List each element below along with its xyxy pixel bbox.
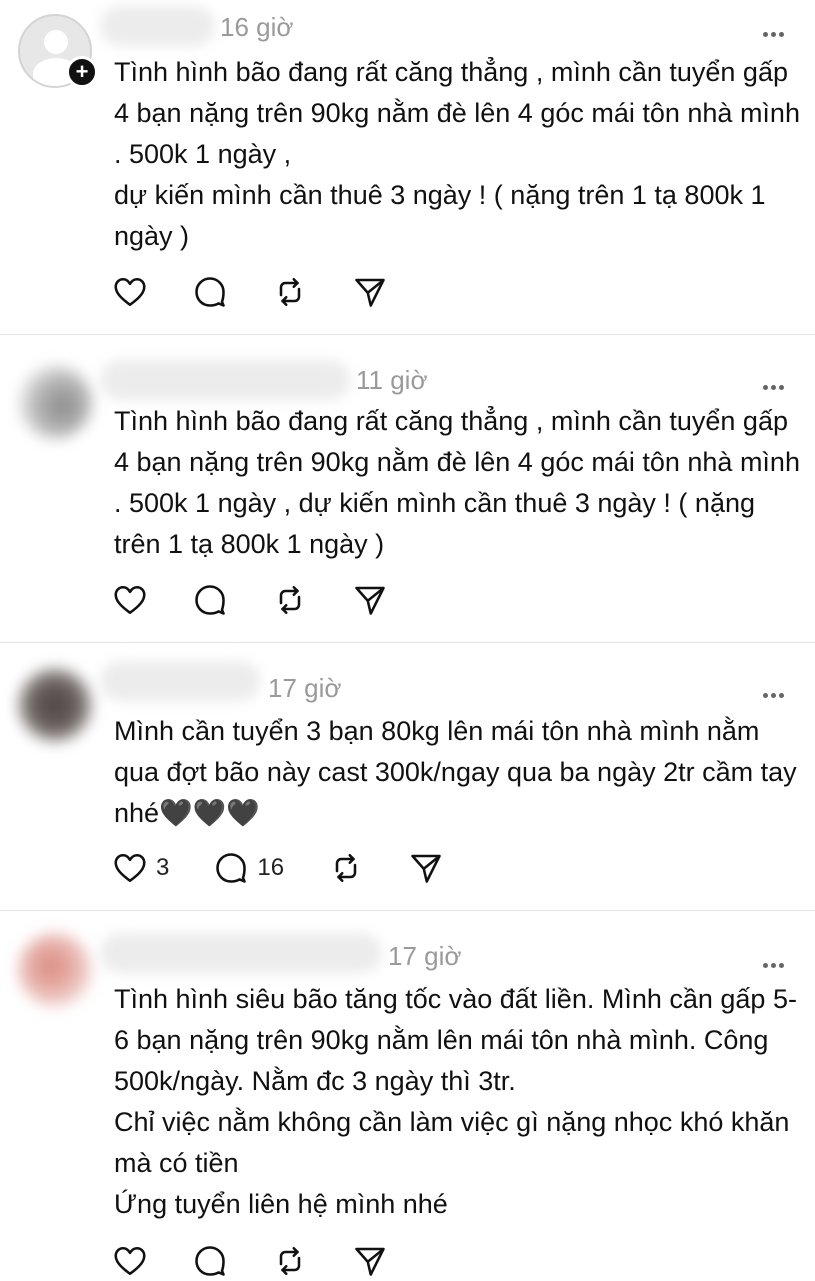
follow-plus-icon[interactable]: + xyxy=(66,56,98,88)
post-text: Tình hình bão đang rất căng thẳng , mình… xyxy=(114,57,800,251)
send-icon xyxy=(355,1247,385,1276)
share-button[interactable] xyxy=(408,848,444,888)
like-button[interactable] xyxy=(112,1241,148,1281)
comment-icon xyxy=(216,853,247,883)
post-text: Mình cần tuyển 3 bạn 80kg lên mái tôn nh… xyxy=(114,716,797,828)
post-4: 17 giờ Tình hình siêu bão tăng tốc vào đ… xyxy=(0,911,815,1280)
action-bar xyxy=(112,1241,388,1281)
username[interactable] xyxy=(100,360,350,400)
send-icon xyxy=(355,586,385,615)
repost-button[interactable] xyxy=(272,1241,308,1281)
repost-icon xyxy=(335,853,357,883)
heart-icon xyxy=(114,277,146,307)
like-button[interactable] xyxy=(112,580,148,620)
avatar-head-shape xyxy=(44,30,68,54)
comment-button[interactable] xyxy=(192,580,228,620)
comment-icon xyxy=(195,585,225,615)
more-icon[interactable] xyxy=(761,18,785,38)
repost-icon xyxy=(279,585,301,615)
repost-button[interactable] xyxy=(328,848,364,888)
heart-icon xyxy=(114,585,146,615)
send-icon xyxy=(355,278,385,307)
post-time: 17 giờ xyxy=(268,673,342,703)
comment-button[interactable]: 16 xyxy=(213,848,284,888)
post-time: 17 giờ xyxy=(388,941,462,971)
comment-button[interactable] xyxy=(192,272,228,312)
more-icon[interactable] xyxy=(761,679,785,699)
avatar[interactable] xyxy=(18,933,92,1007)
post-2: 11 giờ Tình hình bão đang rất căng thẳng… xyxy=(0,335,815,642)
heart-icon xyxy=(114,1246,146,1276)
username[interactable] xyxy=(100,933,382,973)
comment-button[interactable] xyxy=(192,1241,228,1281)
like-button[interactable] xyxy=(112,272,148,312)
post-time: 16 giờ xyxy=(220,12,294,42)
repost-button[interactable] xyxy=(272,272,308,312)
like-count: 3 xyxy=(156,854,170,881)
more-icon[interactable] xyxy=(761,949,785,969)
share-button[interactable] xyxy=(352,272,388,312)
heart-icon xyxy=(114,853,146,883)
share-button[interactable] xyxy=(352,1241,388,1281)
share-button[interactable] xyxy=(352,580,388,620)
repost-icon xyxy=(279,1246,301,1276)
like-button[interactable]: 3 xyxy=(112,848,169,888)
comment-icon xyxy=(195,1246,225,1276)
post-time: 11 giờ xyxy=(356,365,428,395)
action-bar: 3 16 xyxy=(112,848,444,888)
post-1: + 16 giờ Tình hình bão đang rất căng thẳ… xyxy=(0,0,815,334)
repost-button[interactable] xyxy=(272,580,308,620)
action-bar xyxy=(112,580,388,620)
username[interactable] xyxy=(100,6,215,46)
username[interactable] xyxy=(100,661,260,701)
avatar[interactable] xyxy=(18,365,92,439)
post-text: Tình hình siêu bão tăng tốc vào đất liền… xyxy=(114,984,797,1219)
send-icon xyxy=(411,854,441,883)
post-text: Tình hình bão đang rất căng thẳng , mình… xyxy=(114,406,800,559)
comment-count: 16 xyxy=(257,854,285,881)
more-icon[interactable] xyxy=(761,371,785,391)
action-bar xyxy=(112,272,388,312)
avatar[interactable] xyxy=(18,668,92,742)
comment-icon xyxy=(195,277,225,307)
repost-icon xyxy=(279,277,301,307)
post-3: 17 giờ Mình cần tuyển 3 bạn 80kg lên mái… xyxy=(0,643,815,910)
